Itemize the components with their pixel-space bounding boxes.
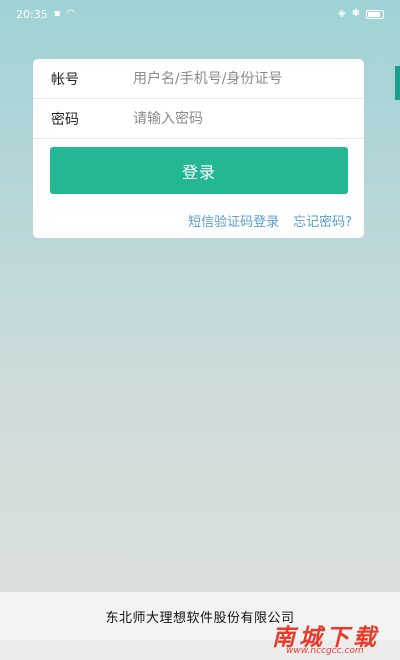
password-row: 密码 [33,99,364,139]
password-input[interactable] [133,103,364,134]
battery-icon [366,9,384,19]
watermark-url: www.nccgcc.com [286,646,364,656]
login-links: 短信验证码登录 忘记密码? [188,211,352,230]
forgot-password-link[interactable]: 忘记密码? [293,211,352,230]
side-accent [395,66,400,100]
message-icon: ▪ [53,8,61,19]
sms-login-link[interactable]: 短信验证码登录 [188,211,279,230]
wifi-icon: ◠ [66,8,76,19]
account-row: 帐号 [33,59,364,99]
status-time: 20:35 [16,7,48,21]
status-bar: 20:35 ▪ ◠ ◈ ✱ [0,0,400,28]
vibrate-icon: ◈ [337,8,346,19]
company-name: 东北师大理想软件股份有限公司 [105,610,295,626]
login-card: 帐号 密码 登录 短信验证码登录 忘记密码? [33,59,364,238]
login-button[interactable]: 登录 [50,147,348,194]
account-input[interactable] [133,63,364,94]
bluetooth-icon: ✱ [351,8,360,19]
account-label: 帐号 [51,71,79,88]
watermark-logo: 南城下载 www.nccgcc.com [272,618,394,658]
status-bar-left: 20:35 ▪ ◠ [16,8,75,21]
status-bar-right: ◈ ✱ [338,9,384,19]
password-label: 密码 [51,111,79,128]
